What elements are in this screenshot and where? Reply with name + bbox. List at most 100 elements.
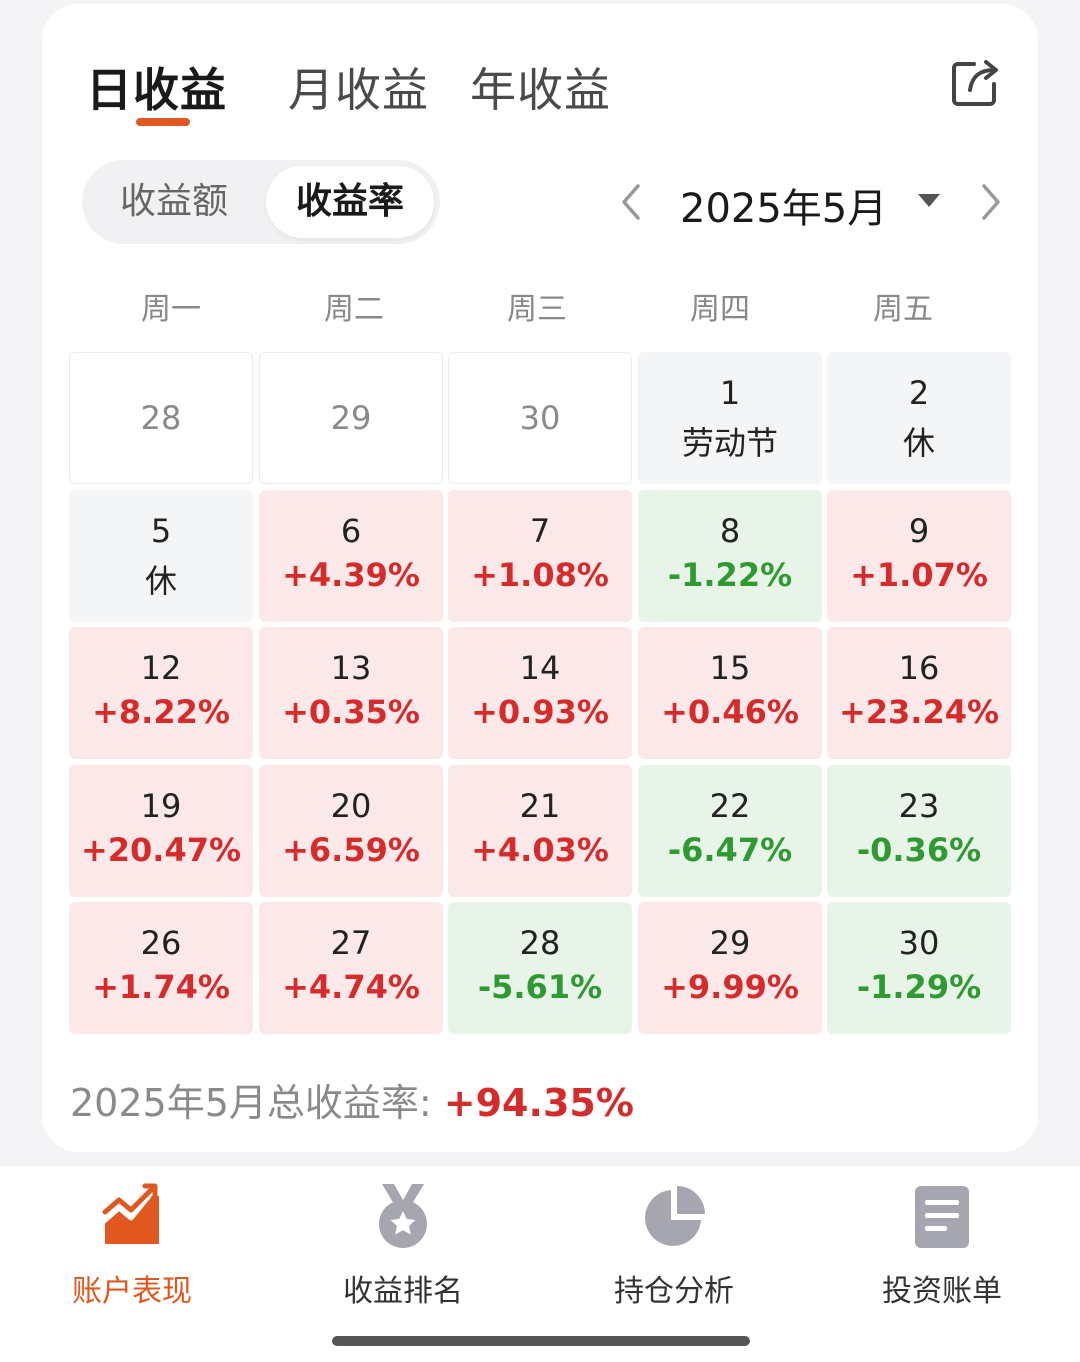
day-number: 12 bbox=[140, 649, 182, 687]
weekday-label: 周三 bbox=[507, 292, 567, 327]
day-number: 29 bbox=[709, 924, 751, 962]
day-number: 27 bbox=[330, 924, 372, 962]
day-number: 22 bbox=[709, 787, 751, 825]
share-icon[interactable] bbox=[948, 56, 1002, 110]
weekday-label: 周四 bbox=[690, 292, 750, 327]
tab-monthly-return[interactable]: 月收益 bbox=[288, 54, 429, 120]
toggle-return-rate[interactable]: 收益率 bbox=[266, 166, 434, 238]
trend-chart-icon bbox=[100, 1183, 159, 1244]
day-number: 6 bbox=[340, 512, 362, 550]
calendar-day-cell[interactable]: 2休 bbox=[827, 352, 1011, 484]
day-number: 15 bbox=[709, 649, 751, 687]
medal-icon bbox=[379, 1184, 427, 1248]
calendar-day-cell[interactable]: 19 +20.47% bbox=[69, 765, 253, 897]
calendar-day-cell[interactable]: 9 +1.07% bbox=[827, 490, 1011, 622]
day-number: 9 bbox=[908, 512, 930, 550]
calendar-day-cell[interactable]: 29 bbox=[259, 352, 443, 484]
calendar-day-cell[interactable]: 16 +23.24% bbox=[827, 627, 1011, 759]
weekday-label: 周二 bbox=[324, 292, 384, 327]
day-number: 29 bbox=[330, 399, 372, 437]
daily-return-rate: +1.08% bbox=[471, 556, 609, 594]
nav-label: 投资账单 bbox=[882, 1274, 1002, 1309]
weekday-label: 周五 bbox=[873, 292, 933, 327]
day-number: 19 bbox=[140, 787, 182, 825]
day-number: 28 bbox=[519, 924, 561, 962]
daily-return-rate: +23.24% bbox=[838, 693, 1000, 731]
daily-return-rate: +1.74% bbox=[92, 968, 230, 1006]
daily-return-rate: +9.99% bbox=[661, 968, 799, 1006]
daily-return-rate: -5.61% bbox=[477, 968, 603, 1006]
daily-return-rate: +0.93% bbox=[471, 693, 609, 731]
next-month-icon[interactable] bbox=[976, 182, 1006, 222]
nav-label: 收益排名 bbox=[343, 1274, 463, 1309]
daily-return-rate: -0.36% bbox=[856, 831, 982, 869]
active-tab-indicator bbox=[136, 118, 190, 126]
day-number: 20 bbox=[330, 787, 372, 825]
day-number: 30 bbox=[519, 399, 561, 437]
monthly-total-return: 2025年5月总收益率: +94.35% bbox=[70, 1072, 634, 1127]
day-number: 23 bbox=[898, 787, 940, 825]
calendar-day-cell[interactable]: 27 +4.74% bbox=[259, 902, 443, 1034]
tab-yearly-return[interactable]: 年收益 bbox=[470, 54, 611, 120]
calendar-day-cell[interactable]: 30 bbox=[448, 352, 632, 484]
calendar-day-cell[interactable]: 20 +6.59% bbox=[259, 765, 443, 897]
calendar-day-cell[interactable]: 28 bbox=[69, 352, 253, 484]
calendar-day-cell[interactable]: 21 +4.03% bbox=[448, 765, 632, 897]
calendar-day-cell[interactable]: 7 +1.08% bbox=[448, 490, 632, 622]
nav-label: 持仓分析 bbox=[614, 1274, 734, 1309]
total-return-label: 2025年5月总收益率: bbox=[70, 1081, 432, 1125]
daily-return-rate: +4.74% bbox=[282, 968, 420, 1006]
home-indicator[interactable] bbox=[332, 1336, 750, 1346]
calendar-day-cell[interactable]: 30 -1.29% bbox=[827, 902, 1011, 1034]
calendar-day-cell[interactable]: 23 -0.36% bbox=[827, 765, 1011, 897]
holiday-label: 休 bbox=[902, 424, 935, 462]
total-return-value: +94.35% bbox=[443, 1081, 634, 1125]
nav-return-ranking[interactable]: 收益排名 bbox=[303, 1182, 503, 1310]
calendar-day-cell[interactable]: 13 +0.35% bbox=[259, 627, 443, 759]
calendar-day-cell[interactable]: 12 +8.22% bbox=[69, 627, 253, 759]
calendar-day-cell[interactable]: 28 -5.61% bbox=[448, 902, 632, 1034]
nav-investment-bill[interactable]: 投资账单 bbox=[842, 1182, 1042, 1310]
tab-daily-return[interactable]: 日收益 bbox=[86, 54, 227, 120]
bill-icon bbox=[915, 1186, 969, 1248]
nav-account-performance[interactable]: 账户表现 bbox=[32, 1182, 232, 1310]
calendar-day-cell[interactable]: 8 -1.22% bbox=[638, 490, 822, 622]
day-number: 8 bbox=[719, 512, 741, 550]
day-number: 14 bbox=[519, 649, 561, 687]
daily-return-rate: -1.29% bbox=[856, 968, 982, 1006]
day-number: 7 bbox=[529, 512, 551, 550]
daily-return-rate: +20.47% bbox=[80, 831, 242, 869]
calendar-day-cell[interactable]: 29 +9.99% bbox=[638, 902, 822, 1034]
bottom-navigation: 账户表现 收益排名 持仓分析 投资账单 bbox=[0, 1166, 1080, 1362]
daily-return-rate: +1.07% bbox=[850, 556, 988, 594]
daily-return-rate: +0.35% bbox=[282, 693, 420, 731]
calendar-day-cell[interactable]: 15 +0.46% bbox=[638, 627, 822, 759]
prev-month-icon[interactable] bbox=[616, 182, 646, 222]
daily-return-rate: +6.59% bbox=[282, 831, 420, 869]
daily-return-rate: +4.03% bbox=[471, 831, 609, 869]
day-number: 30 bbox=[898, 924, 940, 962]
nav-label: 账户表现 bbox=[72, 1274, 192, 1309]
calendar-day-cell[interactable]: 5休 bbox=[69, 490, 253, 622]
day-number: 5 bbox=[150, 512, 172, 550]
calendar-day-cell[interactable]: 6 +4.39% bbox=[259, 490, 443, 622]
weekday-label: 周一 bbox=[141, 292, 201, 327]
daily-return-rate: -6.47% bbox=[667, 831, 793, 869]
calendar-day-cell[interactable]: 22 -6.47% bbox=[638, 765, 822, 897]
daily-return-rate: -1.22% bbox=[667, 556, 793, 594]
day-number: 2 bbox=[908, 374, 930, 412]
metric-toggle: 收益额 收益率 bbox=[82, 160, 440, 244]
holiday-label: 劳动节 bbox=[681, 424, 778, 462]
holiday-label: 休 bbox=[144, 562, 177, 600]
nav-holdings-analysis[interactable]: 持仓分析 bbox=[574, 1182, 774, 1310]
month-selector[interactable]: 2025年5月 bbox=[680, 176, 887, 234]
chevron-down-icon[interactable] bbox=[918, 194, 940, 208]
toggle-return-amount[interactable]: 收益额 bbox=[88, 166, 260, 238]
day-number: 21 bbox=[519, 787, 561, 825]
pie-chart-icon bbox=[645, 1186, 705, 1246]
calendar-day-cell[interactable]: 26 +1.74% bbox=[69, 902, 253, 1034]
calendar-day-cell[interactable]: 14 +0.93% bbox=[448, 627, 632, 759]
day-number: 16 bbox=[898, 649, 940, 687]
calendar-day-cell[interactable]: 1 劳动节 bbox=[638, 352, 822, 484]
daily-return-rate: +0.46% bbox=[661, 693, 799, 731]
